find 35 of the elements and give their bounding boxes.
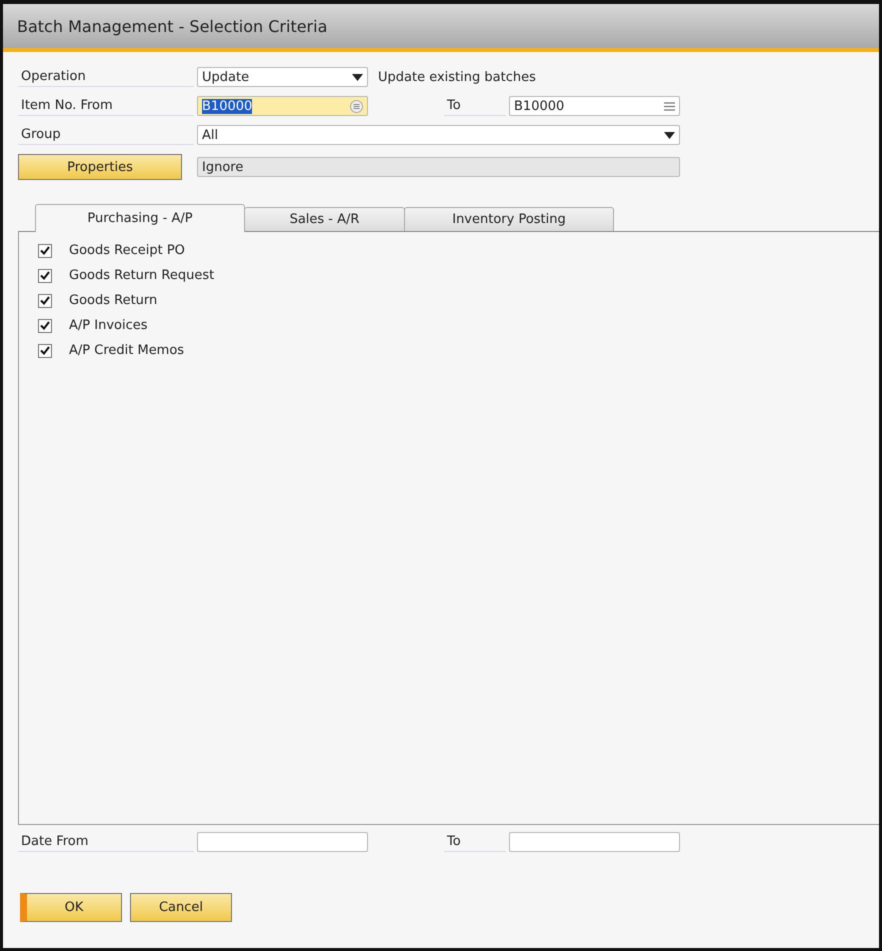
cancel-button[interactable]: Cancel [130, 893, 232, 922]
tab[interactable]: Inventory Posting [404, 207, 614, 231]
item-from-field[interactable]: B10000 [197, 96, 368, 116]
checkbox[interactable] [38, 344, 52, 358]
properties-button[interactable]: Properties [18, 154, 182, 180]
date-to-label: To [444, 832, 506, 852]
date-to-field[interactable] [509, 832, 680, 852]
tab[interactable]: Purchasing - A/P [35, 204, 245, 232]
checkbox[interactable] [38, 294, 52, 308]
checkbox-label: Goods Return [69, 293, 158, 308]
dropdown-caret-icon[interactable] [664, 132, 675, 138]
checkbox-label: A/P Credit Memos [69, 343, 184, 358]
group-dropdown[interactable]: All [197, 125, 680, 145]
operation-dropdown[interactable]: Update [197, 67, 368, 87]
group-label: Group [18, 125, 194, 145]
tab[interactable]: Sales - A/R [244, 207, 405, 231]
list-icon[interactable] [350, 100, 363, 112]
checkbox-label: Goods Receipt PO [69, 243, 185, 258]
item-to-field[interactable]: B10000 [509, 96, 680, 116]
date-from-field[interactable] [197, 832, 368, 852]
checkbox[interactable] [38, 244, 52, 258]
operation-label: Operation [18, 67, 194, 87]
checkbox-label: Goods Return Request [69, 268, 214, 283]
ok-button[interactable]: OK [20, 893, 122, 922]
checkbox[interactable] [38, 318, 52, 332]
item-from-label: Item No. From [18, 96, 194, 116]
item-to-label: To [444, 96, 506, 116]
date-from-label: Date From [18, 832, 194, 852]
list-icon[interactable] [664, 102, 675, 110]
checkbox[interactable] [38, 268, 52, 282]
checkbox-label: A/P Invoices [69, 318, 148, 333]
window-title: Batch Management - Selection Criteria [3, 4, 879, 52]
properties-field: Ignore [197, 157, 680, 177]
dropdown-caret-icon[interactable] [352, 74, 363, 80]
operation-description: Update existing batches [378, 70, 536, 84]
